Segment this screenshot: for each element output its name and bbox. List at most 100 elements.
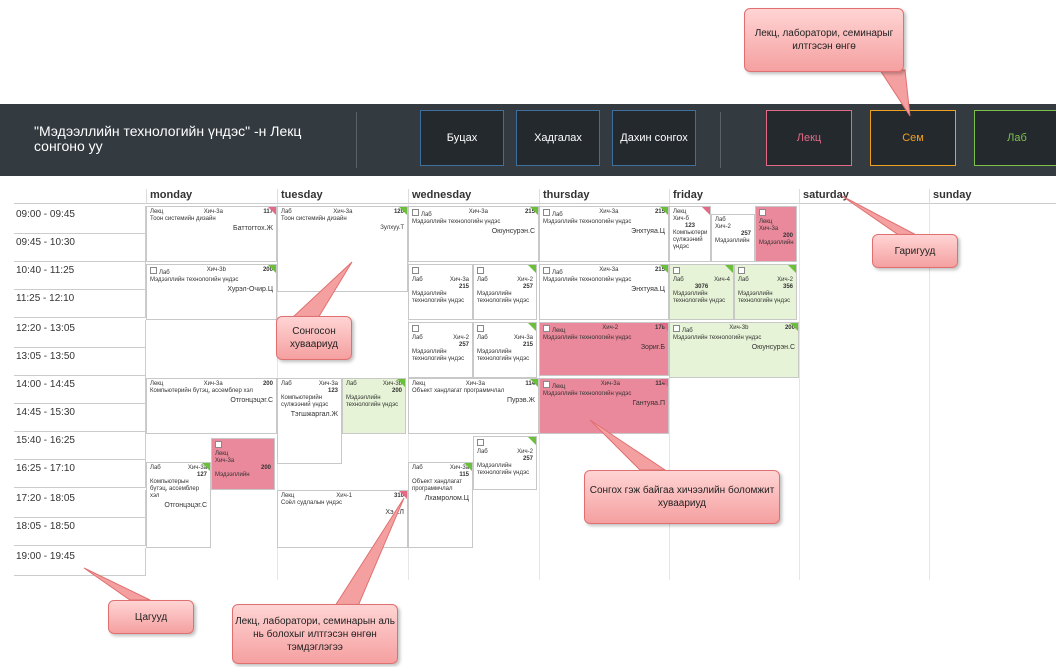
event-teacher: Хурэл-Очир.Ц: [227, 286, 273, 293]
event-subject: Мэдээллийн технологийн үндэс: [738, 291, 791, 304]
time-slot: 18:05 - 18:50: [14, 518, 146, 546]
event-subject: Мэдээллийн технологийн үндэс: [673, 335, 762, 341]
lab-marker: [464, 463, 472, 471]
event-room: 257: [740, 231, 751, 237]
event-card[interactable]: Лаб Хич-3а 120 Тоон системийн дизайн Зулху…: [277, 206, 408, 292]
event-card[interactable]: Лаб Хич-2 257 Мэдээллийн технологийн үндэ…: [408, 322, 473, 378]
lab-filter-button[interactable]: Лаб: [974, 110, 1056, 166]
event-subject: Тоон системийн дизайн: [150, 216, 216, 222]
event-card[interactable]: Лаб Хич-3а 215 Мэдээллийн технологийн үндэ…: [539, 206, 669, 262]
event-card-option[interactable]: Лекц Хич-3а 200 Мэдээллийн: [211, 438, 275, 490]
event-card[interactable]: Лаб Хич-3а 127 Компьютерын бүтэц, ассембл…: [146, 462, 211, 548]
select-checkbox[interactable]: [477, 439, 484, 446]
event-group: Хич-3b: [729, 325, 749, 331]
event-card-option[interactable]: Лекц Хич-3а 114 Мэдээллийн технологийн үнд…: [539, 378, 669, 434]
select-checkbox[interactable]: [412, 267, 419, 274]
select-checkbox[interactable]: [543, 209, 550, 216]
select-checkbox[interactable]: [477, 325, 484, 332]
select-checkbox[interactable]: [543, 381, 550, 388]
event-card[interactable]: Лекц Хич-б 123 Компьютери сүлжээний үндэ…: [669, 206, 711, 262]
time-slot: 09:00 - 09:45: [14, 206, 146, 234]
lab-marker: [528, 265, 536, 273]
event-group: Хич-3b: [206, 267, 226, 273]
time-slot: 11:25 - 12:10: [14, 290, 146, 318]
event-teacher: Хэ...Л: [385, 509, 404, 516]
lecture-filter-button[interactable]: Лекц: [766, 110, 852, 166]
callout-marker: Лекц, лаборатори, семинарын аль нь болох…: [232, 604, 398, 664]
select-checkbox[interactable]: [738, 267, 745, 274]
select-checkbox[interactable]: [150, 267, 157, 274]
callout-selected: Сонгосон хуваариуд: [276, 316, 352, 360]
event-room: 3076: [694, 284, 709, 290]
event-group: Хич-3а: [215, 458, 235, 464]
event-card-option[interactable]: Лекц Хич-2 178 Мэдээллийн технологийн үндэ…: [539, 322, 669, 376]
lab-marker: [660, 207, 668, 215]
event-type: Лаб: [159, 270, 170, 276]
event-teacher: Гантуяа.П: [632, 400, 665, 407]
select-checkbox[interactable]: [477, 267, 484, 274]
select-checkbox[interactable]: [412, 325, 419, 332]
event-room: 123: [327, 388, 338, 394]
select-checkbox[interactable]: [412, 209, 419, 216]
event-card[interactable]: Лаб Хич-2 257 Мэдээллийн технологийн үндэ…: [473, 436, 537, 490]
time-slot: 09:45 - 10:30: [14, 234, 146, 262]
event-card[interactable]: Лекц Хич-3а 200 Компьютерийн бүтэц, ассемб…: [146, 378, 277, 434]
event-card[interactable]: Лаб Хич-3а 215 Мэдээллийн технологийн үндэ…: [408, 206, 539, 262]
lab-marker: [528, 437, 536, 445]
event-subject: Мэдээллийн: [715, 238, 750, 244]
event-group: Хич-3а: [513, 335, 533, 341]
event-subject: Мэдээллийн технологийн үндэс: [543, 391, 632, 397]
event-type: Лаб: [150, 465, 161, 471]
event-group: Хич-1: [336, 493, 353, 499]
event-teacher: Тэгшжаргал.Ж: [290, 411, 338, 418]
event-card[interactable]: Лаб Хич-2 257 Мэдээллийн технологийн үндэ…: [473, 264, 537, 320]
select-checkbox[interactable]: [759, 209, 766, 216]
event-type: Лекц: [759, 219, 773, 225]
reselect-button[interactable]: Дахин сонгох: [612, 110, 696, 166]
event-card[interactable]: Лекц Хич-1 310 Соёл судлалын үндэс Хэ...Л: [277, 490, 408, 548]
event-card[interactable]: Лаб Хич-3b 200 Мэдээллийн технологийн үндэ…: [146, 264, 277, 320]
event-card[interactable]: Лаб Хич-3а 215 Мэдээллийн технологийн үндэ…: [539, 264, 669, 320]
select-checkbox[interactable]: [543, 267, 550, 274]
save-button[interactable]: Хадгалах: [516, 110, 600, 166]
event-type: Лаб: [412, 465, 423, 471]
event-type: Лаб: [552, 270, 563, 276]
day-header-monday: monday: [146, 189, 277, 204]
event-card-option[interactable]: Лаб Хич-4 3076 Мэдээллийн технологийн үнд…: [669, 264, 734, 320]
day-header-wednesday: wednesday: [408, 189, 539, 204]
event-subject: Компьютери сүлжээний үндэс: [673, 230, 708, 250]
select-checkbox[interactable]: [543, 325, 550, 332]
event-card[interactable]: Лаб Хич-3а 115 Объект хандлагат программч…: [408, 462, 473, 548]
select-checkbox[interactable]: [673, 267, 680, 274]
event-card-option[interactable]: Лаб Хич-3b 200 Мэдээллийн технологийн үнд…: [342, 378, 406, 434]
callout-titles: Гаригууд: [872, 234, 958, 268]
event-card[interactable]: Лаб Хич-3а 215 Мэдээллийн технологийн үнд…: [408, 264, 473, 320]
event-card-option[interactable]: Лаб Хич-2 356 Мэдээллийн технологийн үндэ…: [734, 264, 797, 320]
event-card[interactable]: Лекц Хич-3а 117 Тоон системийн дизайн Батт…: [146, 206, 277, 262]
event-card-option[interactable]: Лаб Хич-3b 200 Мэдээллийн технологийн үндэ…: [669, 322, 799, 378]
lab-marker: [530, 379, 538, 387]
event-subject: Мэдээллийн технологийн үндэс: [346, 395, 399, 408]
event-subject: Мэдээллийн технологийн үндэс: [543, 277, 632, 283]
select-checkbox[interactable]: [215, 441, 222, 448]
event-card[interactable]: Лекц Хич-3а 114 Объект хандлагат программч…: [408, 378, 539, 434]
seminar-filter-button[interactable]: Сем: [870, 110, 956, 166]
event-subject: Мэдээллийн технологийн үндэс: [412, 349, 465, 362]
lab-marker: [268, 265, 276, 273]
lecture-marker: [660, 379, 668, 387]
event-subject: Мэдээллийн технологийн үндэс: [477, 349, 530, 362]
back-button[interactable]: Буцах: [420, 110, 504, 166]
event-type: Лаб: [673, 277, 684, 283]
event-type: Лаб: [346, 381, 357, 387]
event-card-option[interactable]: Лекц Хич-3а 200 Мэдээллийн: [755, 206, 797, 262]
event-card[interactable]: Лаб Хич-3а 123 Компьютерийн сүлжээний үнд…: [277, 378, 342, 464]
select-checkbox[interactable]: [673, 325, 680, 332]
time-slot: 17:20 - 18:05: [14, 490, 146, 518]
event-card[interactable]: Лаб Хич-3а 215 Мэдээллийн технологийн үнд…: [473, 322, 537, 378]
event-teacher: Лхамролом.Ц: [424, 495, 469, 502]
day-header-tuesday: tuesday: [277, 189, 408, 204]
event-type: Лаб: [738, 277, 749, 283]
event-subject: Мэдээллийн технологийн үндэс: [150, 277, 239, 283]
event-card[interactable]: Лаб Хич-2 257 Мэдээллийн: [711, 214, 755, 262]
event-group: Хич-2: [602, 325, 619, 331]
